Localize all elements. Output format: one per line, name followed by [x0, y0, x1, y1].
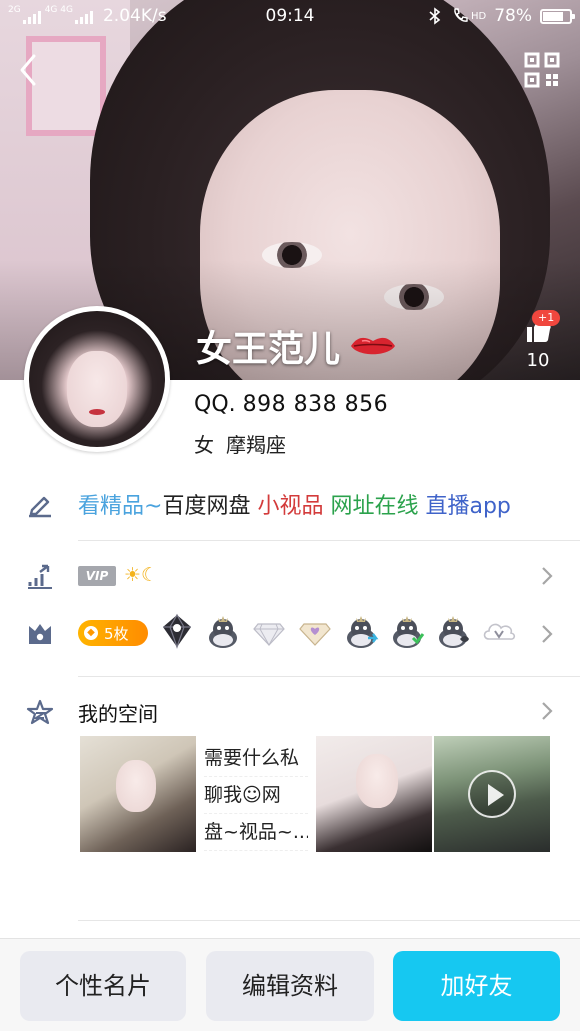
text-post-line: 盘~视品~...: [204, 814, 308, 851]
avatar-face: [67, 351, 127, 427]
qq-label: QQ.: [194, 392, 236, 417]
clock: 09:14: [265, 6, 315, 26]
diamond-white-icon[interactable]: [250, 612, 288, 650]
badge-crown-icon: [29, 624, 51, 644]
zodiac: 摩羯座: [226, 433, 286, 457]
edit-profile-button[interactable]: 编辑资料: [206, 951, 374, 1021]
signature-part-2: 百度网盘: [162, 494, 251, 519]
like-button[interactable]: +1 10: [518, 310, 561, 371]
back-button[interactable]: [12, 50, 48, 90]
divider: [78, 676, 580, 677]
signature-part-5: 直播app: [425, 494, 511, 519]
vip-level-icons: ☀☾: [124, 564, 158, 586]
battery-icon: [540, 8, 575, 24]
penguin-arrow-icon[interactable]: [342, 612, 380, 650]
space-star-icon: [26, 699, 54, 725]
space-title[interactable]: 我的空间: [78, 698, 158, 727]
qq-number-line: QQ. 898 838 856: [194, 392, 388, 417]
penguin-crown-icon[interactable]: [204, 612, 242, 650]
chevron-right-icon[interactable]: [540, 566, 554, 586]
space-video[interactable]: [434, 736, 550, 852]
sun-icon: ☀: [124, 564, 142, 586]
signature-part-1: 看精品~: [78, 494, 163, 519]
add-friend-button[interactable]: 加好友: [393, 951, 560, 1021]
penguin-check-icon[interactable]: [388, 612, 426, 650]
space-gallery: 需要什么私 聊我☺网 盘~视品~...: [80, 736, 552, 852]
photo-face: [116, 760, 156, 812]
coin-icon: ◆: [84, 626, 98, 640]
level-up-icon: [28, 564, 52, 589]
coin-badge[interactable]: ◆ 5枚: [78, 620, 148, 646]
qr-code-icon: [524, 52, 560, 88]
diamond-dark-icon[interactable]: [158, 612, 196, 650]
vip-badge[interactable]: VIP: [78, 566, 116, 586]
signature-part-4: 网址在线: [330, 494, 419, 519]
like-increment-badge: +1: [532, 310, 561, 326]
chevron-right-icon[interactable]: [540, 701, 554, 721]
qr-code-button[interactable]: [524, 52, 560, 88]
space-photo[interactable]: [80, 736, 196, 852]
space-photo[interactable]: [316, 736, 432, 852]
like-count: 10: [526, 350, 550, 371]
divider: [78, 920, 580, 921]
bottom-action-bar: 个性名片 编辑资料 加好友: [0, 938, 580, 1031]
space-text-post[interactable]: 需要什么私 聊我☺网 盘~视品~...: [198, 736, 314, 852]
avatar-lips: [89, 409, 105, 415]
coin-count: 5枚: [104, 624, 129, 643]
gender-zodiac-line: 女摩羯座: [194, 429, 286, 458]
nickname: 女王范儿: [196, 320, 398, 372]
avatar[interactable]: [24, 306, 170, 452]
v-cloud-icon[interactable]: [480, 612, 518, 650]
text-post-line: 需要什么私: [204, 740, 308, 777]
penguin-fish-icon[interactable]: [434, 612, 472, 650]
text-post-line: 聊我☺网: [204, 777, 308, 814]
profile-card-button[interactable]: 个性名片: [20, 951, 186, 1021]
play-icon: [468, 770, 516, 818]
moon-icon: ☾: [141, 564, 159, 586]
chevron-right-icon[interactable]: [540, 624, 554, 644]
qq-number: 898 838 856: [242, 392, 389, 417]
signature[interactable]: 看精品~百度网盘 小视品 网址在线 直播app: [78, 488, 511, 520]
photo-face: [356, 754, 398, 808]
signature-part-3: 小视品: [257, 494, 324, 519]
chevron-left-icon: [20, 54, 36, 86]
avatar-photo: [29, 311, 165, 447]
status-bar: 2G 4G 4G 2.04K/s 09:14 HD 78%: [0, 0, 580, 32]
diamond-heart-icon[interactable]: [296, 612, 334, 650]
divider: [78, 540, 580, 541]
badge-list: [158, 612, 518, 650]
edit-pencil-icon: [29, 496, 51, 518]
gender: 女: [194, 433, 214, 457]
nickname-text: 女王范儿: [196, 329, 341, 370]
lips-icon: [351, 337, 396, 355]
